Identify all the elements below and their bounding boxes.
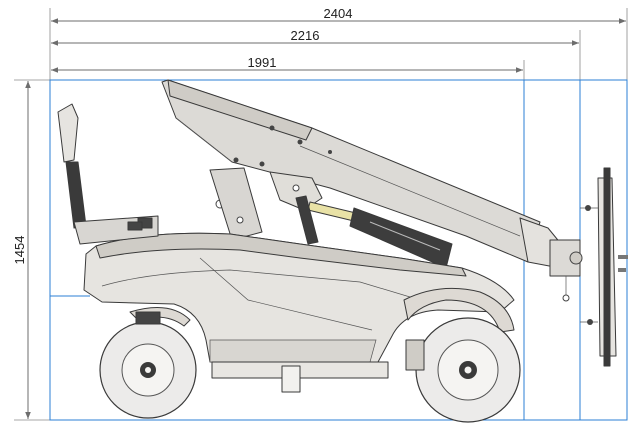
seat-back [65,161,87,229]
dimension-wheel-base-length: 1991 [248,55,277,70]
operator-seat [57,103,159,245]
rear-wheel [405,317,521,423]
front-wheel [99,311,197,419]
body-skirt [209,339,377,363]
machine [57,79,628,423]
front-axle-mount [135,311,161,325]
vacuum-pad [603,167,611,367]
step-bracket [281,365,301,393]
dimension-length-to-bracket: 2216 [291,28,320,43]
machine-drawing: 2404 2216 1991 1454 [12,6,628,423]
dimension-overall-length: 2404 [324,6,353,21]
vacuum-attachment [549,167,628,367]
headrest [57,103,79,163]
dimension-height: 1454 [12,236,27,265]
rear-suspension [405,339,425,371]
